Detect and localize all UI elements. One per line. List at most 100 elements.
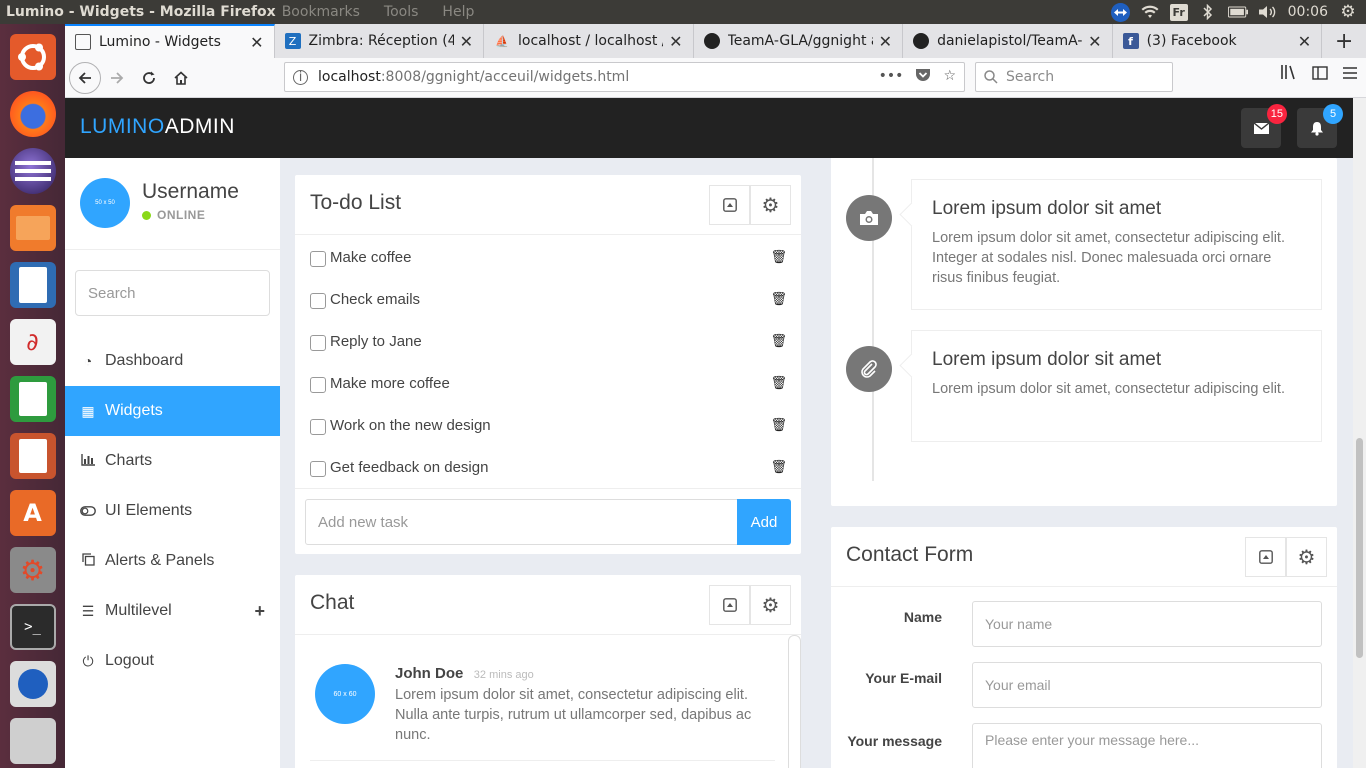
browser-search-input[interactable]: Search	[975, 62, 1173, 92]
pocket-icon[interactable]	[915, 68, 931, 86]
tab-zimbra[interactable]: Z Zimbra: Réception (4) ✕	[275, 24, 485, 58]
notifications-button[interactable]: 5	[1297, 104, 1343, 148]
todo-checkbox[interactable]	[310, 461, 326, 477]
menu-tools[interactable]: Tools	[384, 4, 419, 20]
ubuntu-launcher: ∂ A ⚙ >_	[0, 24, 65, 768]
trash-icon[interactable]: 🗑	[770, 249, 787, 265]
scrollbar-thumb[interactable]	[1356, 438, 1363, 658]
ubuntu-dash-icon[interactable]	[8, 30, 58, 83]
close-tab-icon[interactable]: ✕	[669, 32, 682, 51]
expand-plus-icon[interactable]: +	[254, 601, 265, 622]
sidebar-item-widgets[interactable]: ▦ Widgets	[65, 386, 280, 436]
collapse-panel-button[interactable]	[709, 585, 750, 625]
keyboard-layout-indicator[interactable]: Fr	[1169, 3, 1188, 21]
page-scrollbar[interactable]	[1353, 98, 1366, 768]
home-button[interactable]	[165, 62, 197, 94]
software-center-icon[interactable]: A	[8, 487, 58, 540]
panel-settings-button[interactable]: ⚙	[750, 185, 791, 225]
trash-icon[interactable]: 🗑	[770, 291, 787, 307]
sidebar-item-multilevel[interactable]: ☰ Multilevel +	[65, 586, 280, 636]
calc-icon[interactable]	[8, 372, 58, 425]
page-actions-icon[interactable]: •••	[879, 68, 904, 86]
site-info-icon[interactable]: i	[293, 69, 308, 85]
url-bar[interactable]: i localhost:8008/ggnight/acceuil/widgets…	[284, 62, 965, 92]
close-tab-icon[interactable]: ✕	[879, 32, 892, 51]
bluetooth-icon[interactable]	[1198, 3, 1218, 21]
todo-checkbox[interactable]	[310, 377, 326, 393]
todo-checkbox[interactable]	[310, 335, 326, 351]
new-tab-button[interactable]: +	[1322, 24, 1366, 58]
zimbra-favicon-icon: Z	[284, 33, 301, 49]
close-tab-icon[interactable]: ✕	[1298, 32, 1311, 51]
system-settings-icon[interactable]: ⚙	[8, 544, 58, 597]
writer-icon[interactable]	[8, 258, 58, 311]
avatar: 50 x 50	[80, 178, 130, 228]
sidebar-toggle-icon[interactable]	[1312, 64, 1328, 85]
firefox-icon[interactable]	[8, 87, 58, 140]
status-indicator: ONLINE	[142, 208, 205, 222]
forward-button[interactable]	[101, 62, 133, 94]
trash-icon[interactable]: 🗑	[770, 417, 787, 433]
battery-icon[interactable]	[1227, 3, 1248, 21]
sidebar-item-logout[interactable]: ⏻ Logout	[65, 636, 280, 686]
volume-icon[interactable]	[1258, 3, 1278, 21]
teamviewer-launcher-icon[interactable]	[8, 658, 58, 711]
sidebar: 50 x 50 Username ONLINE Search ◔ Dashboa…	[65, 158, 280, 768]
reload-button[interactable]	[133, 62, 165, 94]
trash-icon[interactable]: 🗑	[770, 333, 787, 349]
close-tab-icon[interactable]: ✕	[250, 33, 263, 52]
close-tab-icon[interactable]: ✕	[1088, 32, 1101, 51]
todo-list: Make coffee 🗑 Check emails 🗑 Reply to Jane…	[295, 235, 801, 488]
new-task-input[interactable]: Add new task	[305, 499, 738, 545]
messages-button[interactable]: 15	[1241, 104, 1287, 148]
tab-github-danielapistol[interactable]: danielapistol/TeamA-G ✕	[903, 24, 1113, 58]
collapse-panel-button[interactable]	[709, 185, 750, 225]
list-item: Get feedback on design 🗑	[295, 446, 801, 488]
wifi-icon[interactable]	[1140, 3, 1160, 21]
teamviewer-icon[interactable]	[1110, 2, 1130, 22]
tab-facebook[interactable]: f (3) Facebook ✕	[1113, 24, 1323, 58]
collapse-panel-button[interactable]	[1245, 537, 1286, 577]
tab-lumino-widgets[interactable]: Lumino - Widgets ✕	[65, 24, 275, 58]
message-textarea[interactable]: Please enter your message here...	[972, 723, 1322, 768]
phpmyadmin-favicon-icon: ⛵	[495, 34, 509, 48]
browser-toolbar: i localhost:8008/ggnight/acceuil/widgets…	[65, 58, 1366, 98]
tab-label: localhost / localhost /	[518, 33, 664, 49]
timeline-card-title: Lorem ipsum dolor sit amet	[932, 349, 1162, 370]
cogs-icon: ⚙	[1297, 546, 1316, 569]
sidebar-search-input[interactable]: Search	[75, 270, 270, 316]
trash-icon[interactable]: 🗑	[770, 459, 787, 475]
todo-checkbox[interactable]	[310, 251, 326, 267]
email-field[interactable]: Your email	[972, 662, 1322, 708]
settings-gear-icon[interactable]: ⚙	[1338, 2, 1358, 22]
todo-checkbox[interactable]	[310, 293, 326, 309]
chat-scrollbar[interactable]	[788, 635, 801, 768]
close-tab-icon[interactable]: ✕	[460, 32, 473, 51]
back-button[interactable]	[69, 61, 101, 94]
panel-settings-button[interactable]: ⚙	[750, 585, 791, 625]
library-icon[interactable]	[1280, 64, 1298, 85]
impress-icon[interactable]	[8, 430, 58, 483]
menu-help[interactable]: Help	[442, 4, 474, 20]
sidebar-item-alerts-panels[interactable]: Alerts & Panels	[65, 536, 280, 586]
sidebar-item-dashboard[interactable]: ◔ Dashboard	[65, 336, 280, 386]
sidebar-item-ui-elements[interactable]: UI Elements	[65, 486, 280, 536]
clock[interactable]: 00:06	[1288, 4, 1328, 20]
name-field[interactable]: Your name	[972, 601, 1322, 647]
hamburger-menu-icon[interactable]	[1342, 64, 1358, 85]
add-task-button[interactable]: Add	[737, 499, 791, 545]
sidebar-item-charts[interactable]: Charts	[65, 436, 280, 486]
tab-phpmyadmin[interactable]: ⛵ localhost / localhost / ✕	[484, 24, 694, 58]
terminal-icon[interactable]: >_	[8, 601, 58, 654]
pdf-reader-icon[interactable]: ∂	[8, 315, 58, 368]
menu-bookmarks[interactable]: Bookmarks	[282, 4, 360, 20]
files-icon[interactable]	[8, 201, 58, 254]
trash-icon[interactable]: 🗑	[770, 375, 787, 391]
bookmark-star-icon[interactable]: ☆	[943, 68, 956, 86]
panel-settings-button[interactable]: ⚙	[1286, 537, 1327, 577]
tab-github-teama[interactable]: TeamA-GLA/ggnight at ✕	[694, 24, 904, 58]
brand-logo[interactable]: LUMINOADMIN	[80, 115, 235, 139]
todo-checkbox[interactable]	[310, 419, 326, 435]
eclipse-icon[interactable]	[8, 144, 58, 197]
trash-launcher-icon[interactable]	[8, 715, 58, 768]
